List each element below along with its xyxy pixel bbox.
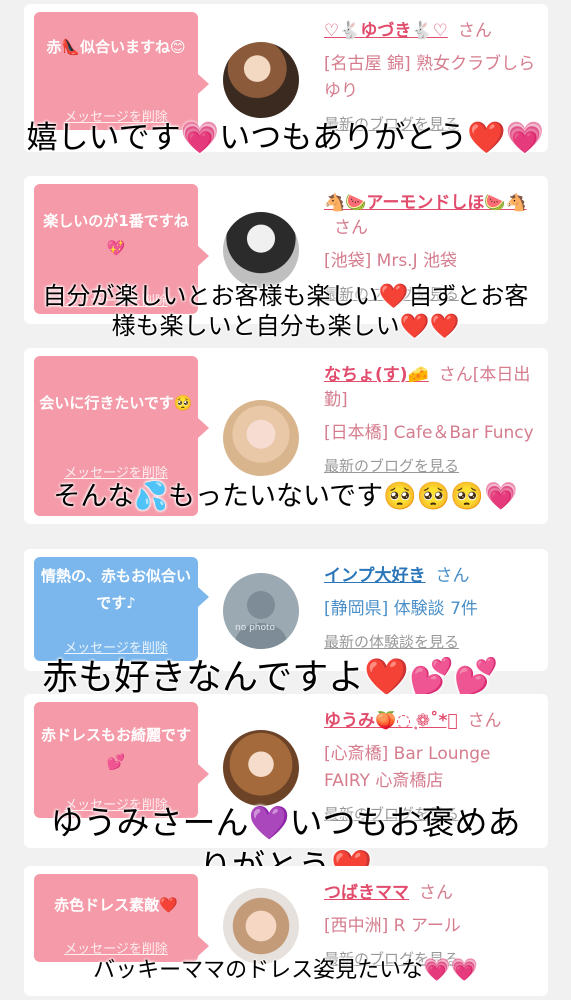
caption-overlay: そんな💦もったいないです🥺🥺🥺💗 xyxy=(53,481,518,512)
message-text: 赤👠似合いますね😊 xyxy=(46,38,186,56)
avatar[interactable]: no photo xyxy=(223,573,299,649)
caption-overlay: 様も楽しいと自分も楽しい❤️❤️ xyxy=(111,312,460,340)
no-photo-label: no photo xyxy=(235,623,276,633)
user-name-link[interactable]: ゆうみ🍑◌ ͙❁˚*ﾟ xyxy=(324,711,458,731)
san-label: さん xyxy=(419,883,453,903)
user-info: インプ大好き さん [静岡県] 体験談 7件 最新の体験談を見る xyxy=(324,561,539,652)
shop-name[interactable]: [心斎橋] Bar Lounge FAIRY 心斎橋店 xyxy=(324,741,539,795)
san-label: さん xyxy=(467,711,502,731)
caption-overlay: 嬉しいです💗いつもありがとう❤️💗 xyxy=(26,120,545,156)
message-text: 会いに行きたいです🥺 xyxy=(39,394,193,412)
user-name-link[interactable]: 🐴🍉アーモンドしほ🍉🐴 xyxy=(324,193,527,213)
shop-name[interactable]: [日本橋] Cafe＆Bar Funcy xyxy=(324,420,539,447)
san-label: さん xyxy=(435,566,470,586)
message-text: 楽しいのが1番ですね💖 xyxy=(43,212,189,257)
shop-name[interactable]: [名古屋 錦] 熟女クラブしらゆり xyxy=(324,51,539,105)
message-bubble: 情熱の、赤もお似合いです♪ メッセージを削除 xyxy=(34,557,209,661)
caption-overlay: バッキーママのドレス姿見たいな💗💗 xyxy=(93,958,478,983)
avatar[interactable] xyxy=(223,42,299,118)
user-name-link[interactable]: インプ大好き xyxy=(324,566,426,586)
user-name-link[interactable]: ♡🐇ゆづき🐇♡ xyxy=(324,21,448,41)
user-name-link[interactable]: つばきママ xyxy=(324,883,409,903)
message-bubble: 赤色ドレス素敵❤️ メッセージを削除 xyxy=(34,874,209,962)
san-label: さん xyxy=(457,21,492,41)
user-name-link[interactable]: なちょ(す)🧀 xyxy=(324,365,429,385)
shop-name[interactable]: [池袋] Mrs.J 池袋 xyxy=(324,248,539,275)
caption-overlay: ゆうみさーん💜いつもお褒めあ xyxy=(50,803,521,842)
shop-name[interactable]: [西中洲] R アール xyxy=(324,913,539,940)
no-photo-icon xyxy=(235,591,287,649)
message-text: 情熱の、赤もお似合いです♪ xyxy=(40,567,191,612)
avatar[interactable] xyxy=(223,400,299,476)
shop-name[interactable]: [静岡県] 体験談 7件 xyxy=(324,596,539,623)
avatar[interactable] xyxy=(223,730,299,806)
message-text: 赤ドレスもお綺麗です💕 xyxy=(40,726,191,771)
latest-blog-link[interactable]: 最新のブログを見る xyxy=(324,455,539,476)
message-text: 赤色ドレス素敵❤️ xyxy=(54,896,178,914)
user-info: なちょ(す)🧀 さん[本日出勤] [日本橋] Cafe＆Bar Funcy 最新の… xyxy=(324,360,539,476)
caption-overlay: 赤も好きなんですよ❤️💕💕 xyxy=(42,657,499,698)
san-label: さん xyxy=(334,218,368,238)
